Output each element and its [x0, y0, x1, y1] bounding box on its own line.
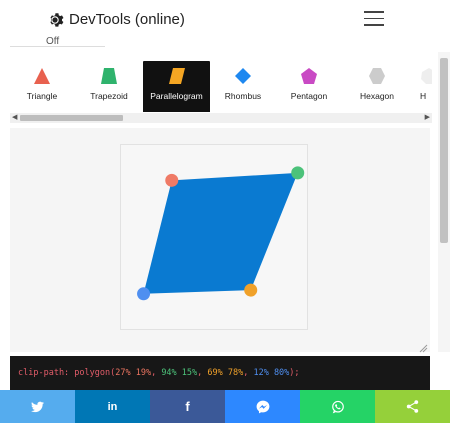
parallelogram-icon: [168, 68, 185, 84]
app-title[interactable]: DevTools (online): [69, 11, 185, 28]
code-end: );: [289, 368, 300, 378]
shape-label: H: [420, 91, 427, 101]
shape-label: Parallelogram: [150, 91, 203, 101]
shape-canvas[interactable]: [120, 144, 308, 330]
scrollbar-thumb[interactable]: [440, 58, 448, 243]
messenger-share-button[interactable]: [225, 390, 300, 423]
code-point-1: 27% 19%: [115, 368, 152, 378]
divider: [10, 46, 105, 47]
code-output[interactable]: clip-path: polygon(27% 19%, 94% 15%, 69%…: [10, 356, 430, 390]
hamburger-menu-icon[interactable]: [364, 11, 384, 27]
twitter-icon: [31, 401, 44, 412]
shape-label: Trapezoid: [90, 91, 128, 101]
clip-path-shape: [143, 172, 298, 294]
scroll-left-icon[interactable]: ◀: [12, 113, 17, 123]
whatsapp-icon: [331, 400, 344, 413]
share-bar: in f: [0, 390, 450, 423]
shape-label: Rhombus: [224, 91, 262, 101]
messenger-icon: [256, 400, 269, 413]
shape-option-hexagon[interactable]: Hexagon: [352, 61, 402, 112]
point-handle-1[interactable]: [165, 173, 179, 187]
shape-selector: Triangle Trapezoid Parallelogram Rhombus…: [10, 58, 432, 112]
gear-icon[interactable]: [46, 11, 64, 29]
shape-option-rhombus[interactable]: Rhombus: [218, 61, 268, 112]
point-handle-2[interactable]: [291, 166, 305, 180]
code-point-2: 94% 15%: [161, 368, 198, 378]
clip-path-preview[interactable]: [121, 145, 309, 331]
shape-label: Pentagon: [290, 91, 328, 101]
linkedin-share-button[interactable]: in: [75, 390, 150, 423]
shape-option-triangle[interactable]: Triangle: [18, 61, 66, 112]
facebook-icon: f: [185, 399, 190, 414]
twitter-share-button[interactable]: [0, 390, 75, 423]
shape-option-pentagon[interactable]: Pentagon: [284, 61, 334, 112]
triangle-icon: [34, 68, 50, 84]
pentagon-icon: [301, 68, 317, 84]
share-button[interactable]: [375, 390, 450, 423]
shape-option-parallelogram[interactable]: Parallelogram: [143, 61, 210, 112]
horizontal-scrollbar[interactable]: ◀ ▶: [10, 113, 432, 123]
code-separator: ,: [243, 368, 254, 378]
scrollbar-thumb[interactable]: [20, 115, 123, 121]
scroll-right-icon[interactable]: ▶: [425, 113, 430, 123]
trapezoid-icon: [101, 68, 117, 84]
rhombus-icon: [235, 68, 251, 84]
code-point-4: 12% 80%: [253, 368, 290, 378]
heptagon-icon: [421, 68, 432, 84]
code-separator: ,: [151, 368, 162, 378]
shape-label: Hexagon: [359, 91, 395, 101]
code-separator: ,: [197, 368, 208, 378]
vertical-scrollbar[interactable]: [438, 52, 450, 352]
whatsapp-share-button[interactable]: [300, 390, 375, 423]
hexagon-icon: [369, 68, 385, 84]
point-handle-3[interactable]: [244, 283, 258, 297]
code-point-3: 69% 78%: [207, 368, 244, 378]
resize-handle-icon[interactable]: [418, 343, 428, 353]
facebook-share-button[interactable]: f: [150, 390, 225, 423]
shape-label: Triangle: [26, 91, 58, 101]
point-handle-4[interactable]: [137, 287, 151, 301]
shape-option-trapezoid[interactable]: Trapezoid: [83, 61, 135, 112]
share-icon: [406, 400, 419, 413]
editor-area: [10, 128, 430, 352]
shape-option-next[interactable]: H: [420, 61, 432, 112]
header: DevTools (online): [0, 0, 450, 40]
code-property: clip-path: polygon(: [18, 368, 116, 378]
linkedin-icon: in: [107, 400, 118, 413]
